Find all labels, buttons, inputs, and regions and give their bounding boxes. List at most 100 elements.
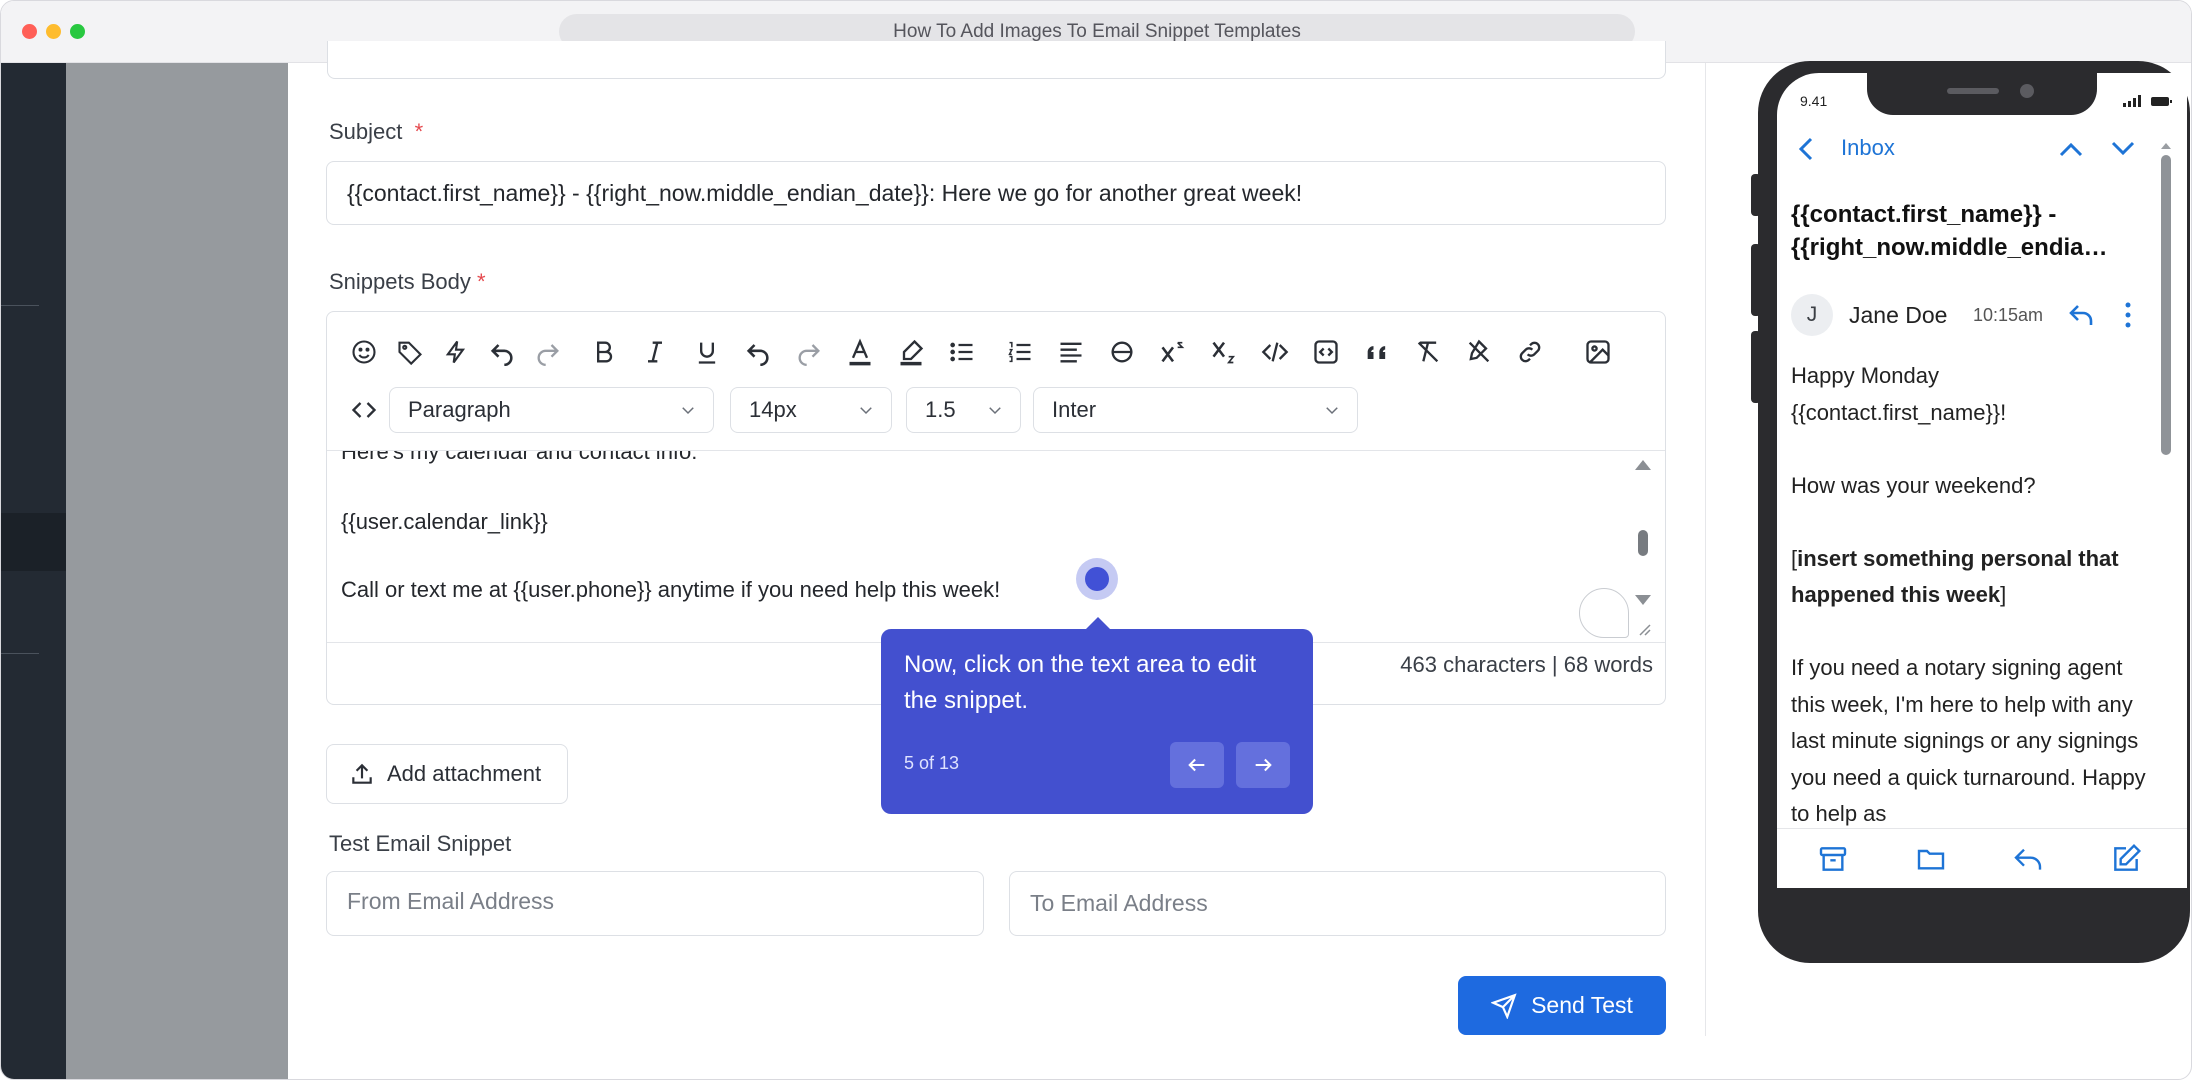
clear-format-icon[interactable] (1408, 330, 1448, 374)
close-window-button[interactable] (22, 24, 37, 39)
sidebar-divider (1, 305, 39, 306)
chevron-down-icon[interactable] (2109, 137, 2137, 161)
font-size-value: 14px (749, 397, 797, 422)
app-sidebar (1, 63, 66, 1079)
email-greeting: Happy Monday (1791, 363, 1939, 388)
editor-toolbar (327, 330, 1665, 374)
quote-icon[interactable] (1357, 330, 1397, 374)
paragraph-select[interactable]: Paragraph (389, 387, 714, 433)
signal-battery-icon (2123, 95, 2172, 107)
upload-icon (352, 763, 372, 784)
undo-icon[interactable] (738, 330, 778, 374)
editor-format-row: Paragraph 14px 1.5 Inter (327, 387, 1665, 433)
add-attachment-button[interactable]: Add attachment (326, 744, 568, 804)
phone-mail-toolbar (1777, 828, 2187, 888)
numbered-list-icon[interactable] (1000, 330, 1040, 374)
chevron-left-icon[interactable] (1797, 135, 1815, 163)
chevron-down-icon (989, 407, 1001, 415)
link-icon[interactable] (1510, 330, 1550, 374)
test-email-label: Test Email Snippet (329, 831, 512, 856)
tooltip-next-button[interactable] (1236, 742, 1290, 788)
chevron-down-icon (1326, 407, 1338, 415)
sidebar-item-active[interactable] (1, 513, 66, 571)
snippets-body-label: Snippets Body * (329, 269, 486, 294)
strikethrough-icon[interactable] (1102, 330, 1142, 374)
reply-icon[interactable] (2067, 301, 2097, 329)
to-email-input[interactable]: To Email Address (1009, 871, 1666, 936)
minimize-window-button[interactable] (46, 24, 61, 39)
tooltip-text: Now, click on the text area to edit the … (904, 651, 1257, 714)
browser-window: How To Add Images To Email Snippet Templ… (0, 0, 2192, 1080)
grammar-assistant-icon[interactable] (1579, 588, 1629, 638)
line-height-select[interactable]: 1.5 (906, 387, 1021, 433)
character-word-counter: 463 characters | 68 words (1400, 652, 1653, 677)
source-code-icon[interactable] (344, 387, 384, 433)
tag-icon[interactable] (390, 330, 430, 374)
phone-speaker (1947, 88, 1999, 94)
from-email-input[interactable]: From Email Address (326, 871, 984, 936)
image-icon[interactable] (1578, 330, 1618, 374)
font-size-select[interactable]: 14px (730, 387, 892, 433)
lightning-icon[interactable] (436, 330, 476, 374)
sidebar-divider (1, 653, 39, 654)
line-height-value: 1.5 (925, 397, 956, 422)
subject-input[interactable]: {{contact.first_name}} - {{right_now.mid… (326, 161, 1666, 225)
align-icon[interactable] (1051, 330, 1091, 374)
paragraph-select-value: Paragraph (408, 397, 511, 422)
more-options-icon[interactable] (2123, 301, 2133, 329)
from-email-placeholder: From Email Address (347, 888, 555, 914)
maximize-window-button[interactable] (70, 24, 85, 39)
compose-icon[interactable] (2110, 843, 2142, 875)
phone-time: 9.41 (1800, 93, 1828, 109)
scroll-up-arrow[interactable] (1635, 460, 1651, 470)
inbox-back-label[interactable]: Inbox (1841, 135, 1895, 161)
emoji-icon[interactable] (344, 330, 384, 374)
code-icon[interactable] (1255, 330, 1295, 374)
chevron-down-icon (682, 407, 694, 415)
highlight-icon[interactable] (891, 330, 931, 374)
tooltip-prev-button[interactable] (1170, 742, 1224, 788)
body-line-partial: Here's my calendar and contact info: (341, 451, 698, 464)
subscript-icon[interactable] (1204, 330, 1244, 374)
phone-screen: 9.41 Inbox {{contact.first_name}} - {{ri… (1777, 73, 2187, 888)
code-block-icon[interactable] (1306, 330, 1346, 374)
subject-value: {{contact.first_name}} - {{right_now.mid… (347, 179, 1303, 206)
underline-icon[interactable] (687, 330, 727, 374)
bullet-list-icon[interactable] (942, 330, 982, 374)
send-test-button[interactable]: Send Test (1458, 976, 1666, 1035)
bold-icon[interactable] (584, 330, 624, 374)
email-body: Happy Monday {{contact.first_name}}! How… (1791, 358, 2151, 833)
undo-icon[interactable] (482, 330, 522, 374)
email-subject-line-1: {{contact.first_name}} - (1791, 201, 2057, 228)
email-subject-line-2: {{right_now.middle_endia… (1791, 234, 2108, 261)
redo-icon[interactable] (528, 330, 568, 374)
italic-icon[interactable] (635, 330, 675, 374)
email-paragraph: If you need a notary signing agent this … (1791, 655, 2146, 826)
font-family-value: Inter (1052, 397, 1097, 422)
text-color-icon[interactable] (840, 330, 880, 374)
send-icon (1491, 992, 1517, 1019)
archive-icon[interactable] (1817, 843, 1849, 875)
arrow-left-icon (1188, 758, 1205, 772)
name-input-partial[interactable] (327, 41, 1666, 79)
superscript-icon[interactable] (1153, 330, 1193, 374)
editor-scrollbar[interactable] (1638, 530, 1648, 556)
font-family-select[interactable]: Inter (1033, 387, 1358, 433)
body-line-calendar: {{user.calendar_link}} (341, 509, 548, 534)
subject-label: Subject * (329, 119, 424, 144)
phone-scrollbar[interactable] (2159, 141, 2173, 581)
modal-backdrop (66, 63, 288, 1079)
phone-notch (1867, 73, 2097, 115)
redo-icon[interactable] (789, 330, 829, 374)
click-indicator (1076, 558, 1118, 600)
clear-style-icon[interactable] (1459, 330, 1499, 374)
chevron-up-icon[interactable] (2057, 137, 2085, 161)
add-attachment-label: Add attachment (387, 761, 542, 786)
reply-icon[interactable] (2012, 843, 2044, 875)
avatar: J (1791, 294, 1833, 336)
resize-handle-icon[interactable] (1637, 622, 1651, 636)
folder-icon[interactable] (1915, 843, 1947, 875)
email-question: How was your weekend? (1791, 472, 2036, 498)
guide-tooltip: Now, click on the text area to edit the … (881, 629, 1313, 814)
scroll-down-arrow[interactable] (1635, 595, 1651, 605)
